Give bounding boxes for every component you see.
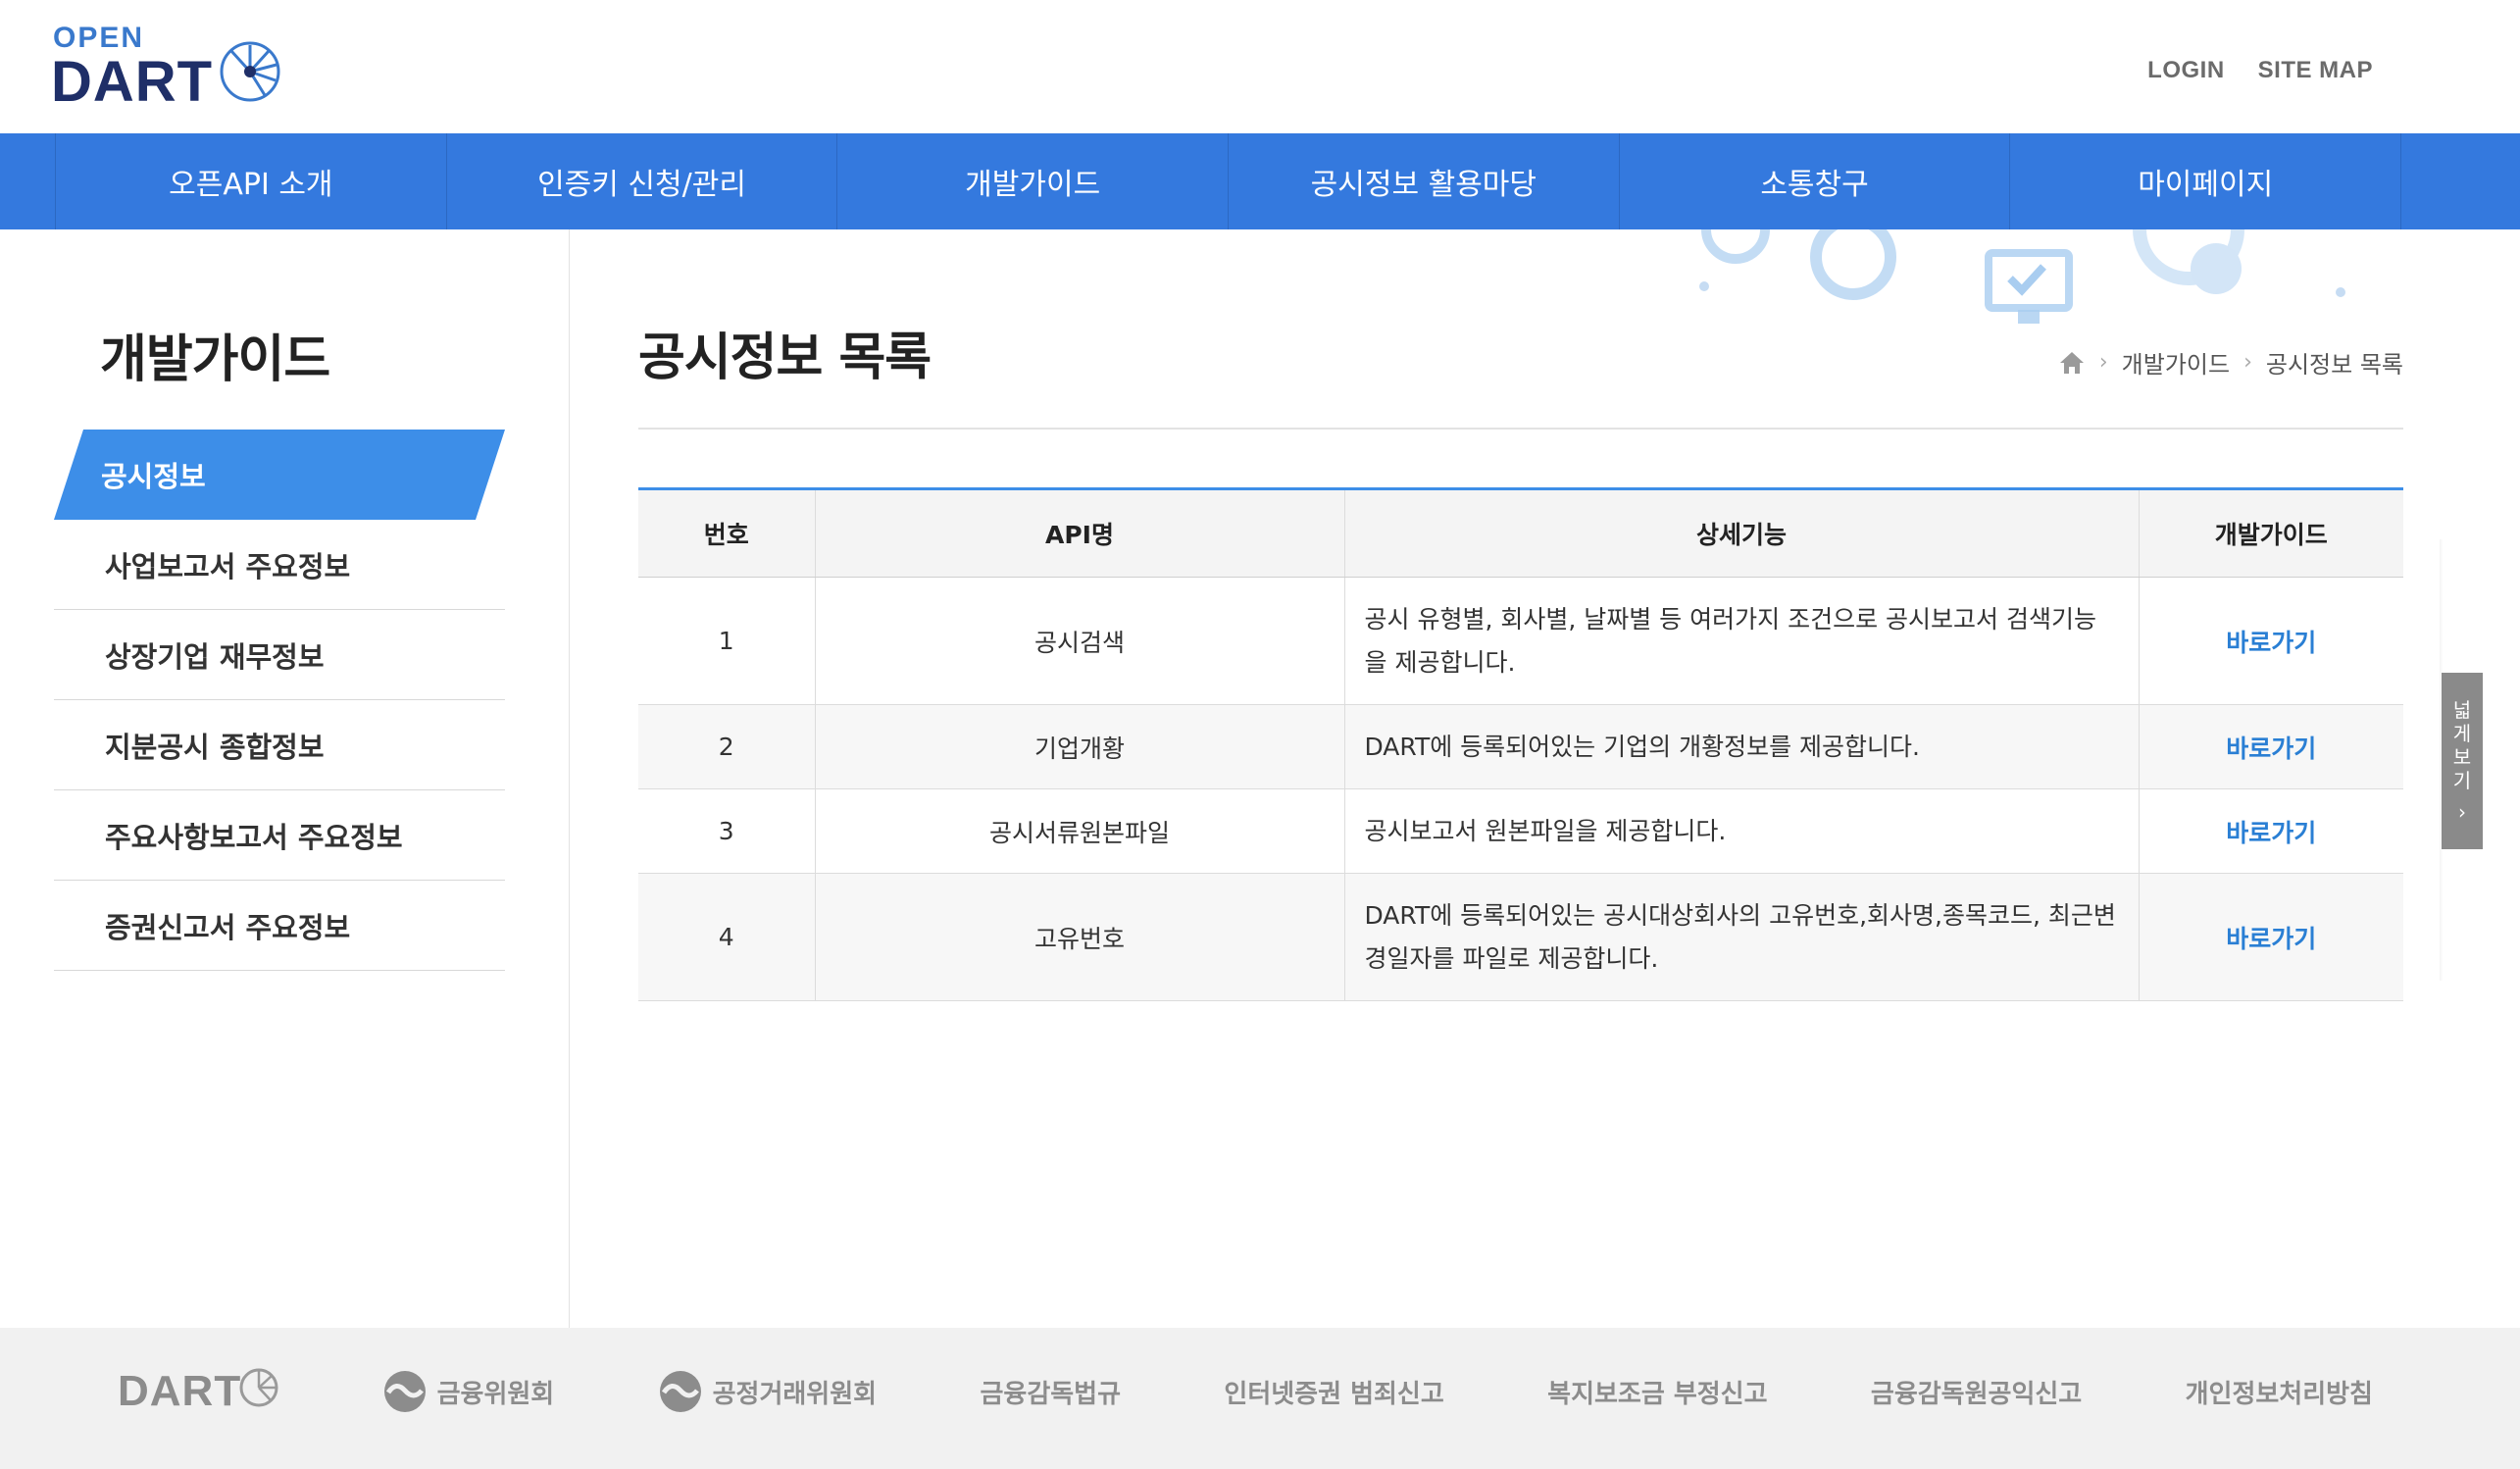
cell-no: 2 [638, 704, 815, 789]
title-divider [638, 428, 2403, 430]
logo-fan-icon [220, 41, 280, 102]
cell-desc: DART에 등록되어있는 기업의 개황정보를 제공합니다. [1343, 704, 2139, 789]
footer-link-subsidy-report[interactable]: 복지보조금 부정신고 [1547, 1374, 1767, 1410]
footer-link-label: 금융위원회 [436, 1379, 555, 1409]
footer-link-public-report[interactable]: 금융감독원공익신고 [1871, 1374, 2082, 1410]
dart-fan-icon [239, 1368, 278, 1407]
footer-link-privacy-policy[interactable]: 개인정보처리방침 [2186, 1374, 2373, 1410]
sidebar-item-business-report[interactable]: 사업보고서 주요정보 [54, 520, 505, 610]
cell-no: 3 [638, 788, 815, 874]
footer-link-label: 공정거래위원회 [712, 1379, 878, 1409]
gnb-item-communication[interactable]: 소통창구 [1620, 133, 2011, 229]
footer-link-regulations[interactable]: 금융감독법규 [980, 1374, 1121, 1410]
sidebar-item-financial-info[interactable]: 상장기업 재무정보 [54, 610, 505, 700]
breadcrumb: › 개발가이드 › 공시정보 목록 [2058, 345, 2403, 380]
column-header-no: 번호 [638, 487, 815, 578]
footer-link-crime-report[interactable]: 인터넷증권 범죄신고 [1224, 1374, 1443, 1410]
sitemap-link[interactable]: SITE MAP [2258, 57, 2373, 84]
wide-view-char: 게 [2452, 722, 2472, 745]
cell-desc: 공시보고서 원본파일을 제공합니다. [1343, 788, 2139, 874]
wide-view-char: 넓 [2452, 698, 2472, 722]
cell-api: 공시서류원본파일 [814, 788, 1344, 874]
chevron-right-icon: › [2098, 350, 2108, 375]
breadcrumb-item-current: 공시정보 목록 [2265, 351, 2403, 379]
chevron-right-icon: › [2243, 350, 2252, 375]
util-menu: LOGIN SITE MAP [2147, 57, 2373, 84]
wide-view-char: 보 [2452, 745, 2472, 769]
table-header-row: 번호 API명 상세기능 개발가이드 [638, 487, 2403, 578]
go-link[interactable]: 바로가기 [2226, 819, 2316, 847]
column-header-desc: 상세기능 [1343, 487, 2139, 578]
footer-dart-logo[interactable]: DART [118, 1367, 278, 1416]
footer-link-ftc[interactable]: 공정거래위원회 [658, 1369, 877, 1414]
open-dart-logo[interactable]: OPEN DART [51, 20, 296, 114]
cell-no: 1 [638, 577, 815, 705]
government-emblem-icon [383, 1371, 426, 1412]
logo-dart-text: DART [51, 50, 214, 114]
go-link[interactable]: 바로가기 [2226, 925, 2316, 953]
gnb-item-auth-key[interactable]: 인증키 신청/관리 [447, 133, 838, 229]
go-link[interactable]: 바로가기 [2226, 629, 2316, 657]
table-row: 3 공시서류원본파일 공시보고서 원본파일을 제공합니다. 바로가기 [638, 788, 2403, 874]
home-icon[interactable] [2058, 350, 2086, 376]
gnb-item-dev-guide[interactable]: 개발가이드 [837, 133, 1230, 229]
cell-api: 공시검색 [814, 577, 1344, 705]
government-emblem-icon [659, 1371, 701, 1412]
page-title: 공시정보 목록 [638, 329, 932, 387]
chevron-right-icon: › [2458, 800, 2466, 824]
header: OPEN DART LOGIN SITE MAP [0, 0, 2520, 133]
footer-link-fsc[interactable]: 금융위원회 [382, 1369, 555, 1414]
cell-desc: DART에 등록되어있는 공시대상회사의 고유번호,회사명,종목코드, 최근변경… [1343, 873, 2139, 1001]
column-header-api: API명 [814, 487, 1344, 578]
sidebar-title: 개발가이드 [100, 330, 330, 389]
sidebar-menu: 공시정보 사업보고서 주요정보 상장기업 재무정보 지분공시 종합정보 주요사항… [54, 430, 505, 971]
column-header-guide: 개발가이드 [2138, 487, 2403, 578]
banner-decoration [1699, 229, 2345, 324]
cell-api: 고유번호 [814, 873, 1344, 1001]
breadcrumb-item-dev-guide[interactable]: 개발가이드 [2122, 345, 2230, 380]
cell-desc: 공시 유형별, 회사별, 날짜별 등 여러가지 조건으로 공시보고서 검색기능을… [1343, 577, 2139, 705]
login-link[interactable]: LOGIN [2147, 57, 2225, 84]
api-list-table: 번호 API명 상세기능 개발가이드 1 공시검색 공시 유형별, 회사별, 날… [638, 487, 2403, 1001]
table-row: 1 공시검색 공시 유형별, 회사별, 날짜별 등 여러가지 조건으로 공시보고… [638, 577, 2403, 705]
global-nav: 오픈API 소개 인증키 신청/관리 개발가이드 공시정보 활용마당 소통창구 … [0, 133, 2520, 229]
sidebar-item-disclosure[interactable]: 공시정보 [54, 430, 505, 520]
footer: DART 금융위원회 공정거래위원회 금융감독법규 인터넷증권 범죄신고 복지보… [0, 1328, 2520, 1469]
sidebar-divider [569, 229, 570, 1328]
go-link[interactable]: 바로가기 [2226, 734, 2316, 763]
cell-no: 4 [638, 873, 815, 1001]
sidebar-item-major-report[interactable]: 주요사항보고서 주요정보 [54, 790, 505, 881]
table-row: 2 기업개황 DART에 등록되어있는 기업의 개황정보를 제공합니다. 바로가… [638, 704, 2403, 789]
sidebar-item-securities-report[interactable]: 증권신고서 주요정보 [54, 881, 505, 971]
footer-dart-text: DART [118, 1367, 242, 1415]
cell-api: 기업개황 [814, 704, 1344, 789]
wide-view-tab[interactable]: 넓 게 보 기 › [2442, 673, 2483, 849]
wide-view-char: 기 [2452, 769, 2472, 792]
table-row: 4 고유번호 DART에 등록되어있는 공시대상회사의 고유번호,회사명,종목코… [638, 873, 2403, 1001]
sidebar-item-equity-disclosure[interactable]: 지분공시 종합정보 [54, 700, 505, 790]
gnb-item-openapi-intro[interactable]: 오픈API 소개 [56, 133, 447, 229]
gnb-item-mypage[interactable]: 마이페이지 [2010, 133, 2402, 229]
gnb-item-disclosure-use[interactable]: 공시정보 활용마당 [1229, 133, 1620, 229]
